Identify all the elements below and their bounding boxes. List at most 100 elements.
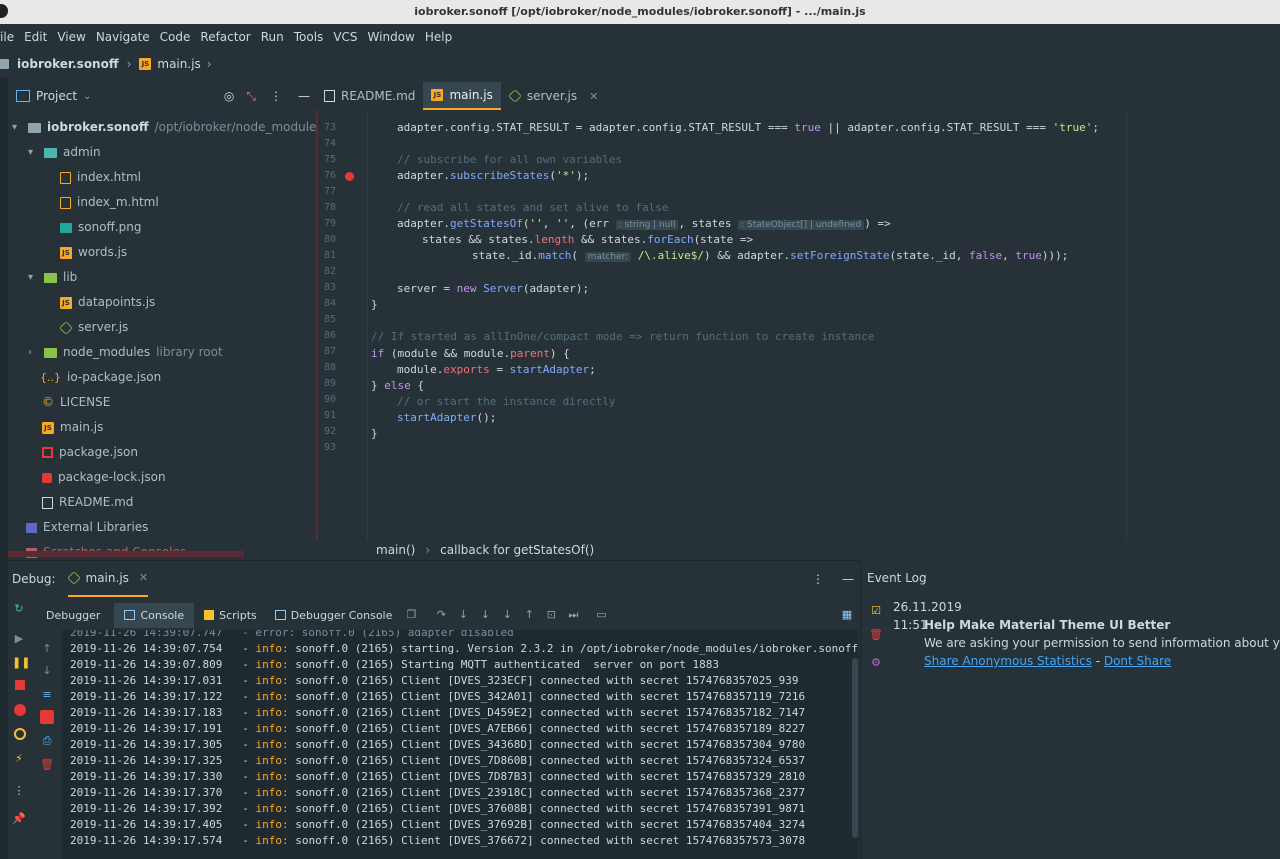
share-statistics-link[interactable]: Share Anonymous Statistics: [924, 654, 1092, 668]
log-message: sonoff.0 (2165) Client [DVES_323ECF] con…: [295, 674, 799, 687]
layout-icon[interactable]: ▦: [840, 608, 854, 622]
log-message: sonoff.0 (2165) starting. Version 2.3.2 …: [295, 642, 858, 655]
tree-item-lib[interactable]: ▾ lib: [28, 265, 77, 290]
log-timestamp: 2019-11-26 14:39:17.305: [70, 738, 223, 751]
force-step-into-icon[interactable]: ↓: [478, 608, 492, 622]
step-over-icon[interactable]: ↷: [434, 608, 448, 622]
tab-readme[interactable]: README.md: [316, 82, 423, 110]
tree-item-license[interactable]: © LICENSE: [42, 390, 110, 415]
tree-label: io-package.json: [67, 370, 162, 384]
menu-edit[interactable]: Edit: [24, 30, 47, 44]
mute-breakpoints-icon[interactable]: [14, 728, 26, 740]
menu-code[interactable]: Code: [160, 30, 191, 44]
view-breakpoints-icon[interactable]: [14, 704, 26, 716]
console-line: 2019-11-26 14:39:17.370 - info: sonoff.0…: [70, 786, 806, 799]
log-level: info:: [255, 786, 289, 799]
tree-item-external-libraries[interactable]: External Libraries: [26, 515, 148, 540]
tree-item-root[interactable]: ▾ iobroker.sonoff /opt/iobroker/node_mod…: [12, 115, 316, 140]
tree-item-datapoints-js[interactable]: JS datapoints.js: [60, 290, 155, 315]
tab-console[interactable]: Console: [114, 602, 195, 628]
gear-icon[interactable]: ⚙: [869, 656, 883, 670]
trash-icon[interactable]: 🗑: [40, 758, 54, 772]
menu-file[interactable]: File: [0, 30, 14, 44]
type-hint: : StateObject[] | undefined: [738, 220, 865, 230]
breadcrumb-fn[interactable]: main(): [376, 543, 415, 557]
tree-label: External Libraries: [43, 520, 149, 534]
more-icon[interactable]: ⋮: [12, 784, 26, 798]
pin-icon[interactable]: 📌: [12, 812, 26, 826]
breadcrumb-file[interactable]: main.js: [157, 57, 200, 71]
menu-refactor[interactable]: Refactor: [200, 30, 250, 44]
tree-item-scratches[interactable]: Scratches and Consoles: [26, 540, 186, 560]
settings-icon[interactable]: ⋮: [270, 89, 282, 103]
stop-icon[interactable]: [15, 680, 25, 690]
tree-item-server-js[interactable]: server.js: [59, 315, 128, 340]
breakpoint-icon[interactable]: [345, 172, 354, 181]
console-scrollbar[interactable]: [852, 658, 858, 838]
tab-main-js[interactable]: JS main.js: [423, 82, 501, 110]
mark-read-icon[interactable]: ☑: [869, 604, 883, 618]
breadcrumb-callback[interactable]: callback for getStatesOf(): [440, 543, 594, 557]
log-message: sonoff.0 (2165) Client [DVES_376672] con…: [295, 834, 806, 847]
tree-item-index-m-html[interactable]: index_m.html: [60, 190, 159, 215]
event-links: Share Anonymous Statistics - Dont Share: [924, 654, 1171, 668]
more-icon[interactable]: ⋮: [812, 572, 824, 586]
step-out-icon[interactable]: ↑: [522, 608, 536, 622]
print-icon[interactable]: ⎙: [40, 734, 54, 748]
soft-wrap-icon[interactable]: ≡: [40, 688, 54, 702]
chevron-down-icon[interactable]: ⌄: [83, 91, 91, 102]
menu-view[interactable]: View: [57, 30, 85, 44]
tab-debugger-console[interactable]: Debugger Console: [274, 609, 392, 622]
run-to-cursor-icon[interactable]: ⊡: [544, 608, 558, 622]
locate-icon[interactable]: ◎: [224, 89, 234, 103]
close-icon[interactable]: ✕: [589, 90, 598, 103]
step-into-icon[interactable]: ↓: [456, 608, 470, 622]
tree-item-node-modules[interactable]: › node_modules library root: [28, 340, 223, 365]
tree-item-main-js[interactable]: JS main.js: [42, 415, 103, 440]
project-panel-title[interactable]: Project: [36, 89, 77, 103]
tree-item-admin[interactable]: ▾ admin: [28, 140, 101, 165]
pause-icon[interactable]: ❚❚: [12, 656, 30, 670]
debug-session-tab[interactable]: main.js ✕: [66, 561, 149, 597]
evaluate-icon[interactable]: ⏭: [566, 608, 580, 622]
menu-tools[interactable]: Tools: [294, 30, 324, 44]
terminal-icon[interactable]: ▭: [594, 608, 608, 622]
hide-icon[interactable]: —: [298, 89, 310, 103]
dont-share-link[interactable]: Dont Share: [1104, 654, 1171, 668]
smart-step-into-icon[interactable]: ↓: [500, 608, 514, 622]
tree-item-index-html[interactable]: index.html: [60, 165, 141, 190]
breadcrumb-project[interactable]: iobroker.sonoff: [17, 57, 119, 71]
console-line: 2019-11-26 14:39:17.122 - info: sonoff.0…: [70, 690, 806, 703]
menu-run[interactable]: Run: [261, 30, 284, 44]
lightning-icon[interactable]: ⚡: [12, 752, 26, 766]
chevron-right-icon: ›: [425, 543, 431, 557]
menu-help[interactable]: Help: [425, 30, 452, 44]
collapse-icon[interactable]: ⤡: [246, 89, 256, 104]
code-line: states && states.length && states.forEac…: [422, 233, 754, 246]
rerun-icon[interactable]: ↻: [12, 602, 26, 616]
menu-navigate[interactable]: Navigate: [96, 30, 150, 44]
console-output[interactable]: 2019-11-26 14:39:07.747 - error: sonoff.…: [62, 630, 858, 859]
tab-label: main.js: [449, 88, 493, 102]
restore-layout-icon[interactable]: ❐: [404, 608, 418, 622]
menu-vcs[interactable]: VCS: [333, 30, 357, 44]
scroll-to-end-icon[interactable]: [40, 710, 54, 724]
arrow-down-icon[interactable]: ↓: [40, 664, 54, 678]
folder-icon: [44, 347, 57, 358]
tab-server-js[interactable]: server.js ✕: [501, 82, 607, 110]
menu-window[interactable]: Window: [368, 30, 415, 44]
tree-item-words-js[interactable]: JS words.js: [60, 240, 127, 265]
hide-icon[interactable]: —: [842, 572, 854, 586]
arrow-up-icon[interactable]: ↑: [40, 642, 54, 656]
tree-item-io-package[interactable]: {..} io-package.json: [40, 365, 161, 390]
tree-item-package-lock[interactable]: package-lock.json: [42, 465, 166, 490]
code-line: state._id.match( matcher: /\.alive$/) &&…: [472, 249, 1069, 262]
close-icon[interactable]: ✕: [139, 571, 148, 584]
resume-icon[interactable]: ▶: [12, 632, 26, 646]
tree-item-sonoff-png[interactable]: sonoff.png: [60, 215, 141, 240]
trash-icon[interactable]: 🗑: [869, 628, 883, 642]
console-line: 2019-11-26 14:39:17.392 - info: sonoff.0…: [70, 802, 806, 815]
tree-item-package-json[interactable]: package.json: [42, 440, 138, 465]
tree-item-readme[interactable]: README.md: [42, 490, 133, 515]
tab-scripts[interactable]: Scripts: [204, 609, 257, 622]
